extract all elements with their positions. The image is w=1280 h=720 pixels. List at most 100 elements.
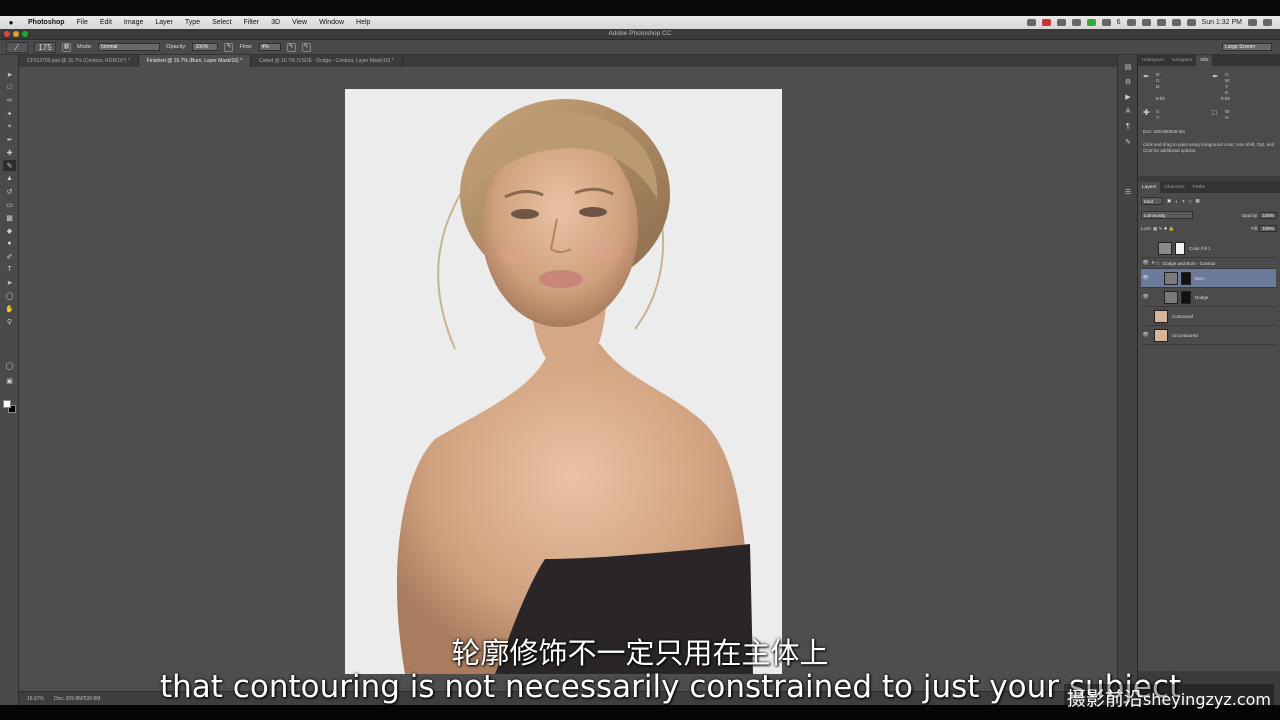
- layer-group-row[interactable]: 👁 ▾ □ Dodge and Burn - Contour: [1141, 258, 1276, 269]
- visibility-eye-icon[interactable]: 👁: [1141, 294, 1150, 300]
- quick-mask-icon[interactable]: ◯: [3, 360, 16, 371]
- status-battery-icon[interactable]: [1186, 19, 1196, 26]
- layer-row[interactable]: Contoured: [1141, 307, 1276, 326]
- menu-view[interactable]: View: [286, 19, 313, 26]
- eraser-tool-icon[interactable]: ▭: [3, 199, 16, 210]
- lock-all-icon[interactable]: 🔒: [1169, 226, 1175, 231]
- quick-select-tool-icon[interactable]: ✦: [3, 108, 16, 119]
- blend-mode-select[interactable]: Luminosity: [1141, 211, 1193, 219]
- menu-app[interactable]: Photoshop: [22, 19, 71, 26]
- layer-row-selected[interactable]: 👁 Burn: [1141, 269, 1276, 288]
- properties-panel-icon[interactable]: ☰: [1122, 188, 1134, 198]
- zoom-tool-icon[interactable]: ⚲: [3, 316, 16, 327]
- menubar-clock[interactable]: Sun 1:32 PM: [1202, 19, 1242, 26]
- workspace-select[interactable]: Large Screen: [1222, 43, 1272, 51]
- lock-transparent-icon[interactable]: ▦: [1153, 226, 1157, 231]
- menu-edit[interactable]: Edit: [94, 19, 118, 26]
- status-wifi-icon[interactable]: [1156, 19, 1166, 26]
- status-sync-icon[interactable]: [1126, 19, 1136, 26]
- layer-mask-thumbnail[interactable]: [1181, 271, 1191, 285]
- group-expand-icon[interactable]: ▾: [1152, 260, 1154, 266]
- status-record-icon[interactable]: [1041, 19, 1051, 26]
- pressure-opacity-icon[interactable]: ✎: [224, 42, 234, 52]
- tab-info[interactable]: Info: [1196, 55, 1213, 66]
- menu-image[interactable]: Image: [118, 19, 149, 26]
- lock-pixels-icon[interactable]: ✎: [1159, 226, 1163, 231]
- fill-field[interactable]: 100%: [1259, 225, 1277, 232]
- gradient-tool-icon[interactable]: ▩: [3, 212, 16, 223]
- hand-tool-icon[interactable]: ✋: [3, 303, 16, 314]
- filter-smart-icon[interactable]: ▩: [1195, 198, 1199, 204]
- dodge-tool-icon[interactable]: ●: [3, 238, 16, 249]
- doc-size-info[interactable]: Doc: 209.8M/538.8M: [54, 696, 100, 702]
- airbrush-icon[interactable]: ✎: [286, 42, 296, 52]
- history-panel-icon[interactable]: ▤: [1122, 63, 1134, 73]
- visibility-eye-icon[interactable]: 👁: [1141, 260, 1150, 266]
- layer-mask-thumbnail[interactable]: [1175, 241, 1185, 255]
- layer-row[interactable]: 👁 Uncontoured: [1141, 326, 1276, 345]
- document-canvas-portrait[interactable]: [345, 89, 782, 674]
- apple-menu-icon[interactable]: ●: [0, 18, 22, 27]
- shape-tool-icon[interactable]: ◯: [3, 290, 16, 301]
- flow-field[interactable]: 4%: [258, 43, 281, 51]
- spotlight-icon[interactable]: [1248, 19, 1257, 26]
- menu-3d[interactable]: 3D: [265, 19, 286, 26]
- brush-tool-icon[interactable]: ✎: [3, 160, 16, 171]
- brush-size-picker[interactable]: 175: [34, 41, 56, 53]
- layer-opacity-field[interactable]: 100%: [1259, 211, 1277, 219]
- tab-paths[interactable]: Paths: [1189, 182, 1209, 193]
- eyedropper-tool-icon[interactable]: ✒: [3, 134, 16, 145]
- visibility-eye-icon[interactable]: 👁: [1141, 332, 1150, 338]
- brush-tool-preset-icon[interactable]: ⁄: [6, 41, 28, 53]
- layer-mask-thumbnail[interactable]: [1181, 290, 1191, 304]
- marquee-tool-icon[interactable]: □: [3, 82, 16, 93]
- layer-filter-select[interactable]: Kind: [1141, 197, 1163, 205]
- foreground-color-swatch[interactable]: [3, 400, 11, 408]
- status-cloud-icon[interactable]: [1056, 19, 1066, 26]
- blur-tool-icon[interactable]: ◆: [3, 225, 16, 236]
- status-volume-icon[interactable]: [1171, 19, 1181, 26]
- menu-select[interactable]: Select: [206, 19, 237, 26]
- menu-filter[interactable]: Filter: [238, 19, 266, 26]
- menu-layer[interactable]: Layer: [149, 19, 179, 26]
- doc-tab[interactable]: CF012700.psd @ 16.7% (Contour, RGB/16*) …: [19, 55, 139, 67]
- status-flag-icon[interactable]: [1101, 19, 1111, 26]
- tab-layers[interactable]: Layers: [1138, 182, 1161, 193]
- character-panel-icon[interactable]: A: [1122, 108, 1134, 118]
- lock-position-icon[interactable]: ✚: [1164, 226, 1168, 231]
- brush-panel-icon[interactable]: ▦: [62, 42, 71, 52]
- type-tool-icon[interactable]: T: [3, 264, 16, 275]
- move-tool-icon[interactable]: ➤: [3, 69, 16, 80]
- adjustments-panel-icon[interactable]: ⚙: [1122, 78, 1134, 88]
- menu-type[interactable]: Type: [179, 19, 206, 26]
- lasso-tool-icon[interactable]: ∞: [3, 95, 16, 106]
- tool-presets-icon[interactable]: ✎: [1122, 138, 1134, 148]
- layer-row[interactable]: 👁 Dodge: [1141, 288, 1276, 307]
- status-evernote-icon[interactable]: [1086, 19, 1096, 26]
- filter-shape-icon[interactable]: □: [1189, 199, 1192, 204]
- filter-type-icon[interactable]: T: [1182, 199, 1185, 204]
- status-badge[interactable]: 6: [1117, 19, 1121, 26]
- actions-panel-icon[interactable]: ▶: [1122, 93, 1134, 103]
- status-app-icon[interactable]: [1026, 19, 1036, 26]
- zoom-level[interactable]: 16.67%: [27, 696, 44, 702]
- mode-select[interactable]: Normal: [98, 43, 161, 51]
- history-brush-tool-icon[interactable]: ↺: [3, 186, 16, 197]
- clone-stamp-tool-icon[interactable]: ▲: [3, 173, 16, 184]
- opacity-field[interactable]: 100%: [192, 43, 219, 51]
- doc-tab-active[interactable]: Finished @ 16.7% (Burn, Layer Mask/16) *: [138, 55, 252, 67]
- screen-mode-icon[interactable]: ▣: [3, 375, 16, 386]
- filter-adjustment-icon[interactable]: ◐: [1175, 199, 1178, 204]
- notification-center-icon[interactable]: [1263, 19, 1272, 26]
- tab-histogram[interactable]: Histogram: [1138, 55, 1168, 66]
- healing-brush-tool-icon[interactable]: ✚: [3, 147, 16, 158]
- pressure-size-icon[interactable]: ✎: [301, 42, 311, 52]
- menu-file[interactable]: File: [71, 19, 94, 26]
- crop-tool-icon[interactable]: ⌖: [3, 121, 16, 132]
- menu-window[interactable]: Window: [313, 19, 350, 26]
- layer-row[interactable]: Color Fill 1: [1141, 239, 1276, 258]
- menu-help[interactable]: Help: [350, 19, 376, 26]
- status-eye-icon[interactable]: [1071, 19, 1081, 26]
- tab-navigator[interactable]: Navigator: [1168, 55, 1197, 66]
- tab-channels[interactable]: Channels: [1160, 182, 1188, 193]
